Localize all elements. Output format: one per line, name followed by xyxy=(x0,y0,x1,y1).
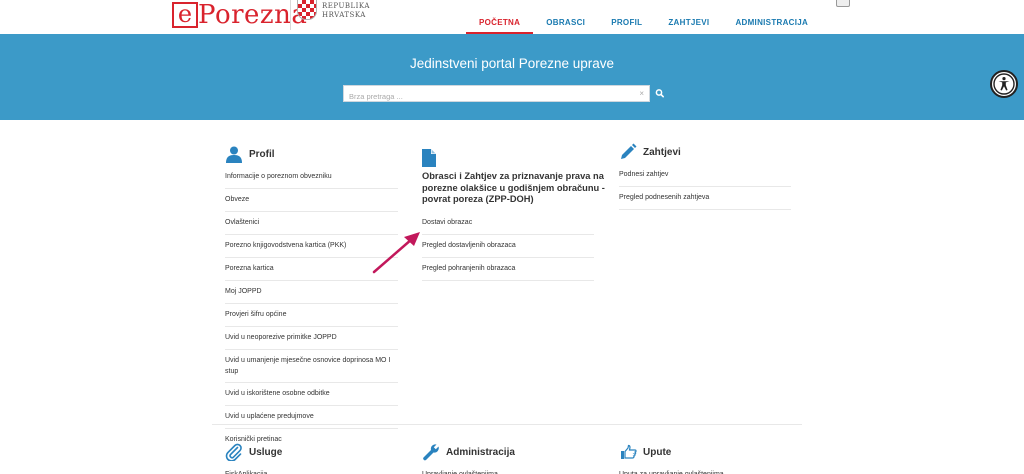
usluge-header: Usluge xyxy=(225,443,405,461)
document-icon xyxy=(422,149,436,167)
logo-divider xyxy=(290,0,291,30)
pointing-hand-icon xyxy=(621,444,637,459)
obrasci-title: Obrasci i Zahtjev za priznavanje prava n… xyxy=(422,171,605,204)
profil-title: Profil xyxy=(249,148,275,160)
usluge-title: Usluge xyxy=(249,446,283,458)
header: e Porezna REPUBLIKA HRVATSKA POČETNA OBR… xyxy=(0,0,1024,34)
list-item[interactable]: Uvid u iskorištene osobne odbitke xyxy=(225,383,398,406)
nav-administracija[interactable]: ADMINISTRACIJA xyxy=(722,18,821,34)
usluge-list: FiskAplikacija xyxy=(225,464,405,474)
administracija-title: Administracija xyxy=(446,446,515,458)
nav-zahtjevi[interactable]: ZAHTJEVI xyxy=(655,18,722,34)
zahtjevi-header: Zahtjevi xyxy=(619,143,791,161)
main-nav: POČETNA OBRASCI PROFIL ZAHTJEVI ADMINIST… xyxy=(466,18,821,34)
list-item[interactable]: Provjeri šifru općine xyxy=(225,304,398,327)
list-item[interactable]: FiskAplikacija xyxy=(225,464,405,474)
administracija-section: Administracija Upravljanje ovlaštenjima xyxy=(422,443,602,474)
accessibility-button[interactable] xyxy=(990,70,1018,98)
list-item[interactable]: Pregled pohranjenih obrazaca xyxy=(422,258,594,281)
search-box: × xyxy=(343,85,650,104)
list-item[interactable]: Moj JOPPD xyxy=(225,281,398,304)
pencil-icon xyxy=(621,143,637,159)
nav-pocetna[interactable]: POČETNA xyxy=(466,18,534,34)
accessibility-icon xyxy=(993,73,1015,95)
list-item[interactable]: Podnesi zahtjev xyxy=(619,164,791,187)
obrasci-section: Obrasci i Zahtjev za priznavanje prava n… xyxy=(422,145,605,281)
list-item[interactable]: Pregled dostavljenih obrazaca xyxy=(422,235,594,258)
wrench-icon xyxy=(423,444,439,461)
croatian-coat-of-arms-icon xyxy=(297,0,317,20)
list-item[interactable]: Uvid u neoporezive primitke JOPPD xyxy=(225,327,398,350)
list-item[interactable]: Dostavi obrazac xyxy=(422,212,594,235)
zahtjevi-section: Zahtjevi Podnesi zahtjev Pregled podnese… xyxy=(619,143,791,210)
list-item[interactable]: Uputa za upravljanje ovlaštenjima xyxy=(619,464,799,474)
clear-search-icon[interactable]: × xyxy=(639,89,644,98)
republika-hrvatska-label: REPUBLIKA HRVATSKA xyxy=(322,2,370,20)
profil-list: Informacije o poreznom obvezniku Obveze … xyxy=(225,166,398,451)
zahtjevi-list: Podnesi zahtjev Pregled podnesenih zahtj… xyxy=(619,164,791,210)
list-item[interactable]: Ovlaštenici xyxy=(225,212,398,235)
list-item[interactable]: Upravljanje ovlaštenjima xyxy=(422,464,602,474)
hrvatska-text: HRVATSKA xyxy=(322,11,366,19)
list-item[interactable]: Informacije o poreznom obvezniku xyxy=(225,166,398,189)
nav-obrasci[interactable]: OBRASCI xyxy=(533,18,598,34)
obrasci-list: Dostavi obrazac Pregled dostavljenih obr… xyxy=(422,212,594,281)
upute-list: Uputa za upravljanje ovlaštenjima xyxy=(619,464,799,474)
zahtjevi-title: Zahtjevi xyxy=(643,146,681,158)
user-icon xyxy=(226,146,242,163)
list-item[interactable]: Uvid u uplaćene predujmove xyxy=(225,406,398,429)
administracija-list: Upravljanje ovlaštenjima xyxy=(422,464,602,474)
paperclip-icon xyxy=(225,443,242,461)
search-input[interactable] xyxy=(344,89,629,104)
hero-banner: Jedinstveni portal Porezne uprave × xyxy=(0,34,1024,120)
search-icon xyxy=(655,89,664,98)
banner-title: Jedinstveni portal Porezne uprave xyxy=(409,56,615,71)
list-item[interactable]: Porezna kartica xyxy=(225,258,398,281)
list-item[interactable]: Uvid u umanjenje mjesečne osnovice dopri… xyxy=(225,350,398,383)
list-item[interactable]: Porezno knjigovodstvena kartica (PKK) xyxy=(225,235,398,258)
list-item[interactable]: Obveze xyxy=(225,189,398,212)
mail-icon[interactable] xyxy=(836,0,850,7)
usluge-section: Usluge FiskAplikacija xyxy=(225,443,405,474)
upute-title: Upute xyxy=(643,446,672,458)
logo-e: e xyxy=(172,2,198,28)
republika-text: REPUBLIKA xyxy=(322,2,370,10)
list-item[interactable]: Pregled podnesenih zahtjeva xyxy=(619,187,791,210)
profil-header: Profil xyxy=(225,145,398,163)
profil-section: Profil Informacije o poreznom obvezniku … xyxy=(225,145,398,451)
upute-header: Upute xyxy=(619,443,799,461)
administracija-header: Administracija xyxy=(422,443,602,461)
eporezna-logo[interactable]: e Porezna xyxy=(172,0,307,28)
search-button[interactable] xyxy=(653,85,667,102)
upute-section: Upute Uputa za upravljanje ovlaštenjima xyxy=(619,443,799,474)
nav-profil[interactable]: PROFIL xyxy=(598,18,655,34)
section-divider xyxy=(212,424,802,425)
